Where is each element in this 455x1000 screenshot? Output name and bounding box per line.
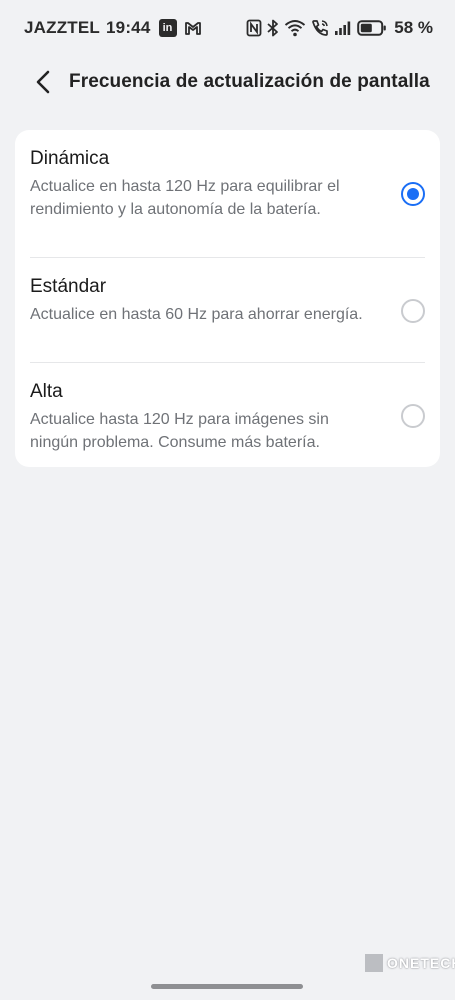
- battery-percentage: 58 %: [394, 18, 433, 37]
- gmail-icon: [184, 20, 202, 36]
- carrier-name: JAZZTEL: [24, 18, 101, 37]
- battery-icon: [357, 19, 387, 37]
- app-header: Frecuencia de actualización de pantalla: [0, 56, 455, 108]
- clock: 19:44: [106, 18, 151, 37]
- option-title: Alta: [30, 381, 63, 402]
- home-indicator[interactable]: [151, 984, 303, 989]
- option-dinamica[interactable]: Dinámica Actualice en hasta 120 Hz para …: [15, 130, 440, 257]
- radio-button[interactable]: [401, 299, 425, 323]
- refresh-rate-options-card: Dinámica Actualice en hasta 120 Hz para …: [15, 130, 440, 467]
- option-title: Dinámica: [30, 148, 110, 169]
- option-description: Actualice en hasta 60 Hz para ahorrar en…: [30, 306, 363, 323]
- volte-call-icon: [311, 19, 329, 37]
- watermark: ONETECH: [365, 952, 455, 974]
- status-bar: JAZZTEL 19:44 in 58 %: [0, 0, 455, 56]
- option-description: Actualice hasta 120 Hz para imágenes sin…: [30, 411, 329, 451]
- signal-icon: [334, 20, 352, 36]
- option-description: Actualice en hasta 120 Hz para equilibra…: [30, 178, 340, 218]
- linkedin-icon: in: [158, 19, 177, 37]
- watermark-logo-icon: [365, 954, 383, 972]
- nfc-icon: [246, 19, 262, 37]
- back-button[interactable]: [16, 56, 72, 108]
- watermark-text: ONETECH: [387, 955, 455, 971]
- wifi-calling-icon: [284, 19, 306, 37]
- bluetooth-icon: [267, 19, 279, 37]
- page-title: Frecuencia de actualización de pantalla: [69, 71, 430, 92]
- screen: JAZZTEL 19:44 in 58 % Frecuencia de actu…: [0, 0, 455, 1000]
- radio-button[interactable]: [401, 182, 425, 206]
- option-title: Estándar: [30, 276, 107, 297]
- option-alta[interactable]: Alta Actualice hasta 120 Hz para imágene…: [15, 363, 440, 467]
- status-bar-left: JAZZTEL 19:44 in: [24, 18, 202, 38]
- status-bar-right: 58 %: [246, 18, 433, 38]
- radio-button[interactable]: [401, 404, 425, 428]
- option-estandar[interactable]: Estándar Actualice en hasta 60 Hz para a…: [15, 258, 440, 362]
- chevron-left-icon: [36, 70, 50, 94]
